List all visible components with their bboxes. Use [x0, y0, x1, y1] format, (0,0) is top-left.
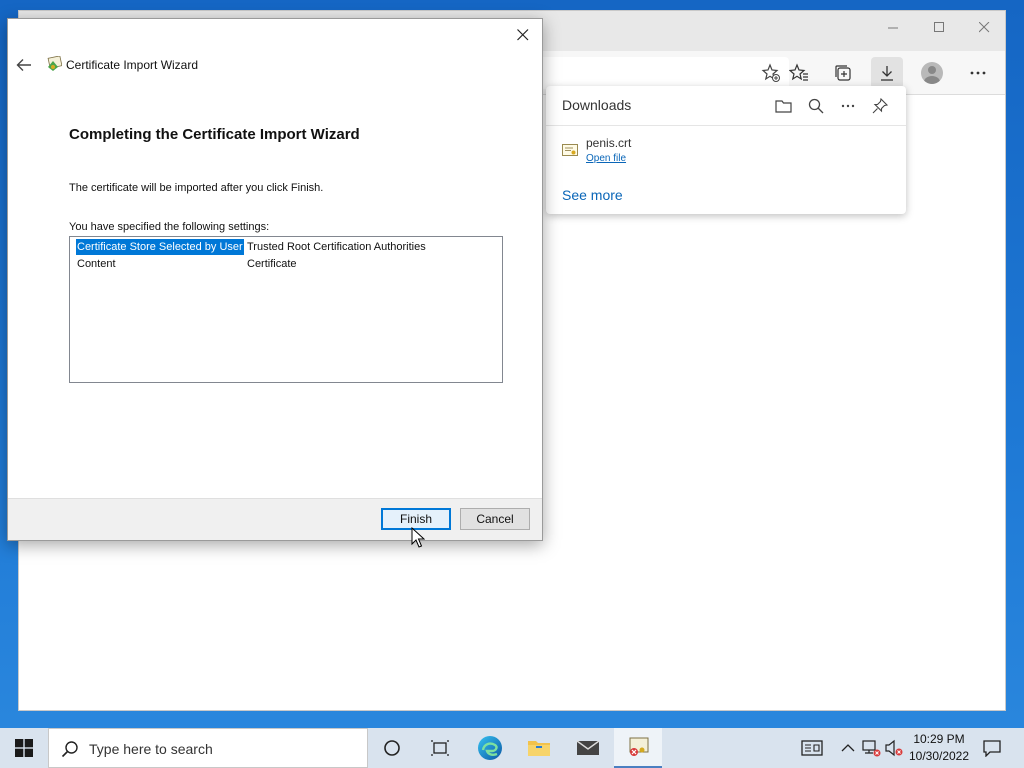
close-icon[interactable]	[508, 21, 538, 49]
downloads-icon[interactable]	[871, 57, 903, 89]
downloads-title: Downloads	[562, 97, 632, 113]
maximize-icon[interactable]	[916, 11, 962, 43]
clock-date: 10/30/2022	[908, 749, 970, 763]
windows-logo-icon	[15, 739, 33, 757]
setting-name: Certificate Store Selected by User	[75, 238, 245, 256]
task-view-icon	[431, 740, 449, 756]
mail-icon	[576, 740, 600, 755]
collections-icon[interactable]	[827, 57, 859, 89]
notifications-icon[interactable]	[981, 738, 1003, 758]
start-button[interactable]	[0, 728, 48, 768]
certificate-icon	[629, 737, 649, 756]
wizard-footer: Finish Cancel	[8, 498, 542, 540]
mail-button[interactable]	[564, 728, 612, 768]
search-icon[interactable]	[804, 94, 828, 118]
cancel-button[interactable]: Cancel	[460, 508, 530, 530]
see-more-link[interactable]: See more	[562, 187, 623, 203]
wizard-app-title: Certificate Import Wizard	[66, 58, 199, 72]
certificate-import-wizard: Certificate Import Wizard Completing the…	[7, 18, 543, 541]
action-center-news-icon[interactable]	[800, 738, 824, 758]
taskbar-clock[interactable]: 10:29 PM 10/30/2022	[904, 731, 974, 765]
setting-value: Certificate	[247, 258, 297, 270]
show-hidden-icons-chevron-up-icon[interactable]	[838, 738, 858, 758]
folder-icon	[528, 741, 550, 756]
network-icon[interactable]	[861, 738, 881, 758]
file-explorer-button[interactable]	[515, 728, 563, 768]
downloads-panel: Downloads penis.crt Open file See more	[546, 86, 906, 214]
edge-taskbar-button[interactable]	[466, 728, 514, 768]
avatar-icon	[921, 62, 943, 84]
taskbar: Type here to search 10:29 PM 10/30/2022	[0, 728, 1024, 768]
edge-icon	[478, 736, 502, 760]
open-folder-icon[interactable]	[772, 94, 796, 118]
close-icon[interactable]	[961, 11, 1007, 43]
cortana-circle-icon	[384, 740, 400, 756]
clock-time: 10:29 PM	[913, 732, 965, 746]
pin-icon[interactable]	[868, 94, 892, 118]
widgets-button[interactable]	[416, 728, 464, 768]
wizard-heading: Completing the Certificate Import Wizard	[69, 126, 360, 143]
certificate-wizard-taskbar-button[interactable]	[614, 728, 662, 768]
settings-label: You have specified the following setting…	[69, 221, 270, 233]
setting-name: Content	[77, 258, 116, 270]
certificate-file-icon	[562, 143, 578, 157]
settings-list[interactable]: Certificate Store Selected by User Trust…	[69, 236, 503, 383]
certificate-icon	[46, 55, 63, 72]
mouse-cursor-icon	[411, 526, 426, 549]
more-icon[interactable]	[962, 57, 994, 89]
profile-avatar[interactable]	[916, 57, 948, 89]
download-file-name: penis.crt	[586, 136, 632, 150]
volume-muted-icon[interactable]	[884, 738, 904, 758]
favorites-icon[interactable]	[783, 57, 815, 89]
search-icon	[61, 740, 79, 758]
search-placeholder: Type here to search	[89, 741, 213, 757]
taskbar-search-box[interactable]: Type here to search	[48, 728, 368, 768]
setting-value: Trusted Root Certification Authorities	[247, 241, 426, 253]
address-bar[interactable]	[539, 57, 789, 89]
minimize-icon[interactable]	[870, 11, 916, 43]
wizard-info-text: The certificate will be imported after y…	[69, 182, 324, 194]
more-options-icon[interactable]	[836, 94, 860, 118]
back-arrow-icon[interactable]	[14, 55, 34, 75]
open-file-link[interactable]: Open file	[586, 153, 626, 164]
task-view-button[interactable]	[368, 728, 416, 768]
downloads-header: Downloads	[546, 86, 906, 126]
